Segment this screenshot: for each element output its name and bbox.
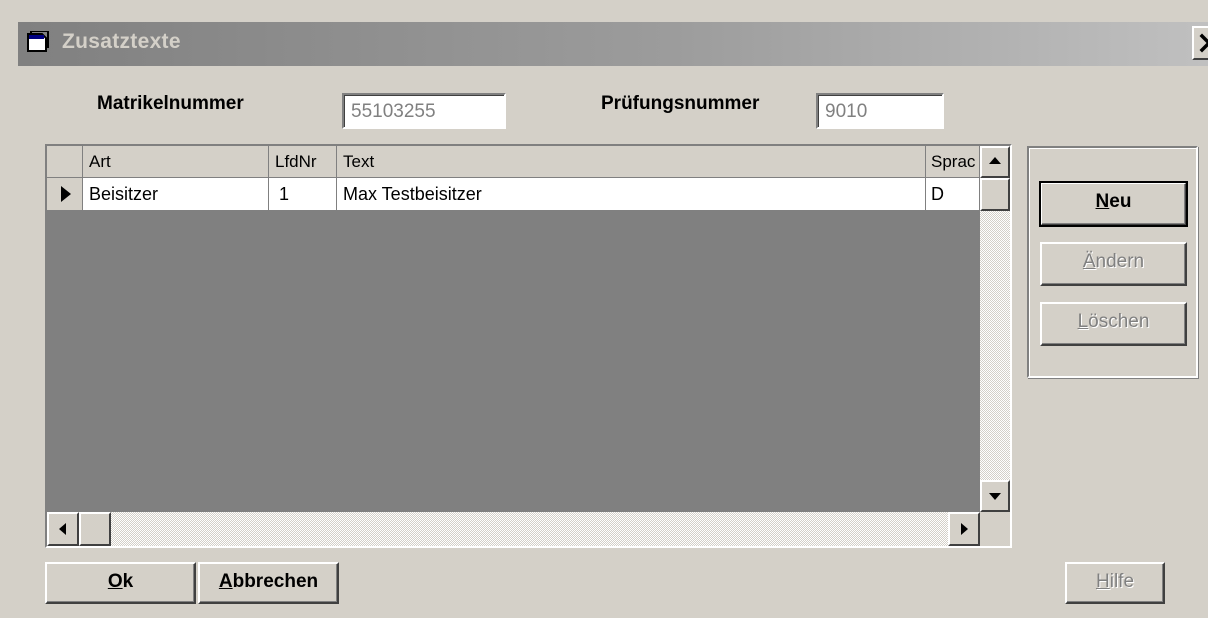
matrikelnummer-label: Matrikelnummer	[97, 93, 244, 114]
scroll-up-button[interactable]	[980, 146, 1010, 178]
column-header-text[interactable]: Text	[337, 146, 926, 178]
column-header-lfdnr[interactable]: LfdNr	[269, 146, 337, 178]
aendern-button[interactable]: Ändern	[1040, 242, 1187, 286]
cell-text[interactable]: Max Testbeisitzer	[337, 178, 926, 211]
pruefungsnummer-label: Prüfungsnummer	[601, 93, 760, 114]
column-header-sprache[interactable]: Sprac	[926, 146, 980, 178]
scroll-right-button[interactable]	[948, 512, 980, 546]
zusatztexte-grid[interactable]: Art LfdNr Text Sprac Beisitzer 1 Max Tes…	[45, 144, 1012, 548]
vertical-scroll-thumb[interactable]	[980, 178, 1010, 211]
title-bar[interactable]: Zusatztexte	[18, 22, 1208, 66]
window-title: Zusatztexte	[62, 30, 181, 53]
neu-button[interactable]: Neu	[1039, 181, 1188, 227]
arrow-left-icon	[59, 523, 66, 535]
dialog-window: Zusatztexte Matrikelnummer 55103255 Prüf…	[0, 0, 1208, 618]
triangle-right-icon	[61, 186, 71, 202]
horizontal-scrollbar[interactable]	[47, 512, 980, 546]
window-icon	[26, 30, 52, 55]
cell-sprache[interactable]: D	[926, 178, 980, 211]
row-selector[interactable]	[47, 178, 83, 211]
matrikelnummer-field[interactable]: 55103255	[342, 93, 506, 129]
ok-button[interactable]: Ok	[45, 562, 196, 604]
hilfe-button[interactable]: Hilfe	[1065, 562, 1165, 604]
abbrechen-button[interactable]: Abbrechen	[198, 562, 339, 604]
scroll-down-button[interactable]	[980, 480, 1010, 512]
scrollbar-corner	[980, 512, 1010, 546]
grid-corner-header	[47, 146, 83, 178]
close-button[interactable]	[1192, 26, 1208, 60]
cell-art[interactable]: Beisitzer	[83, 178, 269, 211]
pruefungsnummer-field[interactable]: 9010	[816, 93, 944, 129]
scroll-left-button[interactable]	[47, 512, 79, 546]
arrow-up-icon	[989, 157, 1001, 164]
horizontal-scroll-thumb[interactable]	[79, 512, 111, 546]
vertical-scrollbar[interactable]	[980, 146, 1010, 512]
loeschen-button[interactable]: Löschen	[1040, 302, 1187, 346]
cell-lfdnr[interactable]: 1	[269, 178, 337, 211]
column-header-art[interactable]: Art	[83, 146, 269, 178]
arrow-down-icon	[989, 493, 1001, 500]
arrow-right-icon	[961, 523, 968, 535]
close-x-icon	[1199, 33, 1208, 53]
